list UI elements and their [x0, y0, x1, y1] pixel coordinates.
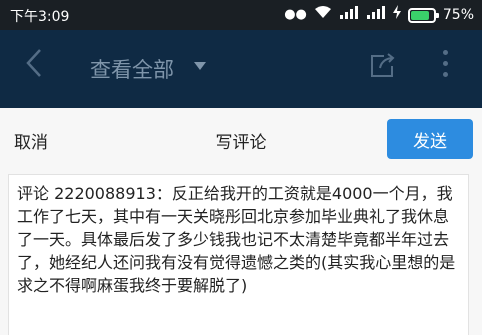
charging-icon [392, 5, 401, 25]
battery-icon [407, 7, 439, 23]
status-time: 下午3:09 [10, 9, 70, 25]
status-icons: ●● 75% [284, 5, 474, 25]
cancel-button[interactable]: 取消 [14, 128, 48, 153]
signal-icon [339, 5, 359, 25]
wifi-icon [314, 5, 332, 25]
signal-icon [366, 5, 386, 25]
comment-compose-sheet: 取消 写评论 发送 评论 2220088913：反正给我开的工资就是4000一个… [0, 108, 482, 335]
app-bar: 查看全部 [0, 30, 482, 108]
send-button[interactable]: 发送 [387, 119, 473, 159]
status-bar: 下午3:09 ●● 75% [0, 0, 482, 30]
dropdown-caret-icon[interactable] [194, 62, 206, 70]
share-icon[interactable] [370, 52, 396, 78]
battery-percent: 75% [442, 7, 474, 23]
alarm-icon: ●● [284, 7, 307, 22]
comment-input[interactable]: 评论 2220088913：反正给我开的工资就是4000一个月，我工作了七天，其… [8, 174, 469, 335]
back-icon[interactable] [26, 48, 42, 85]
more-icon[interactable] [440, 50, 450, 82]
page-title[interactable]: 查看全部 [90, 54, 174, 84]
